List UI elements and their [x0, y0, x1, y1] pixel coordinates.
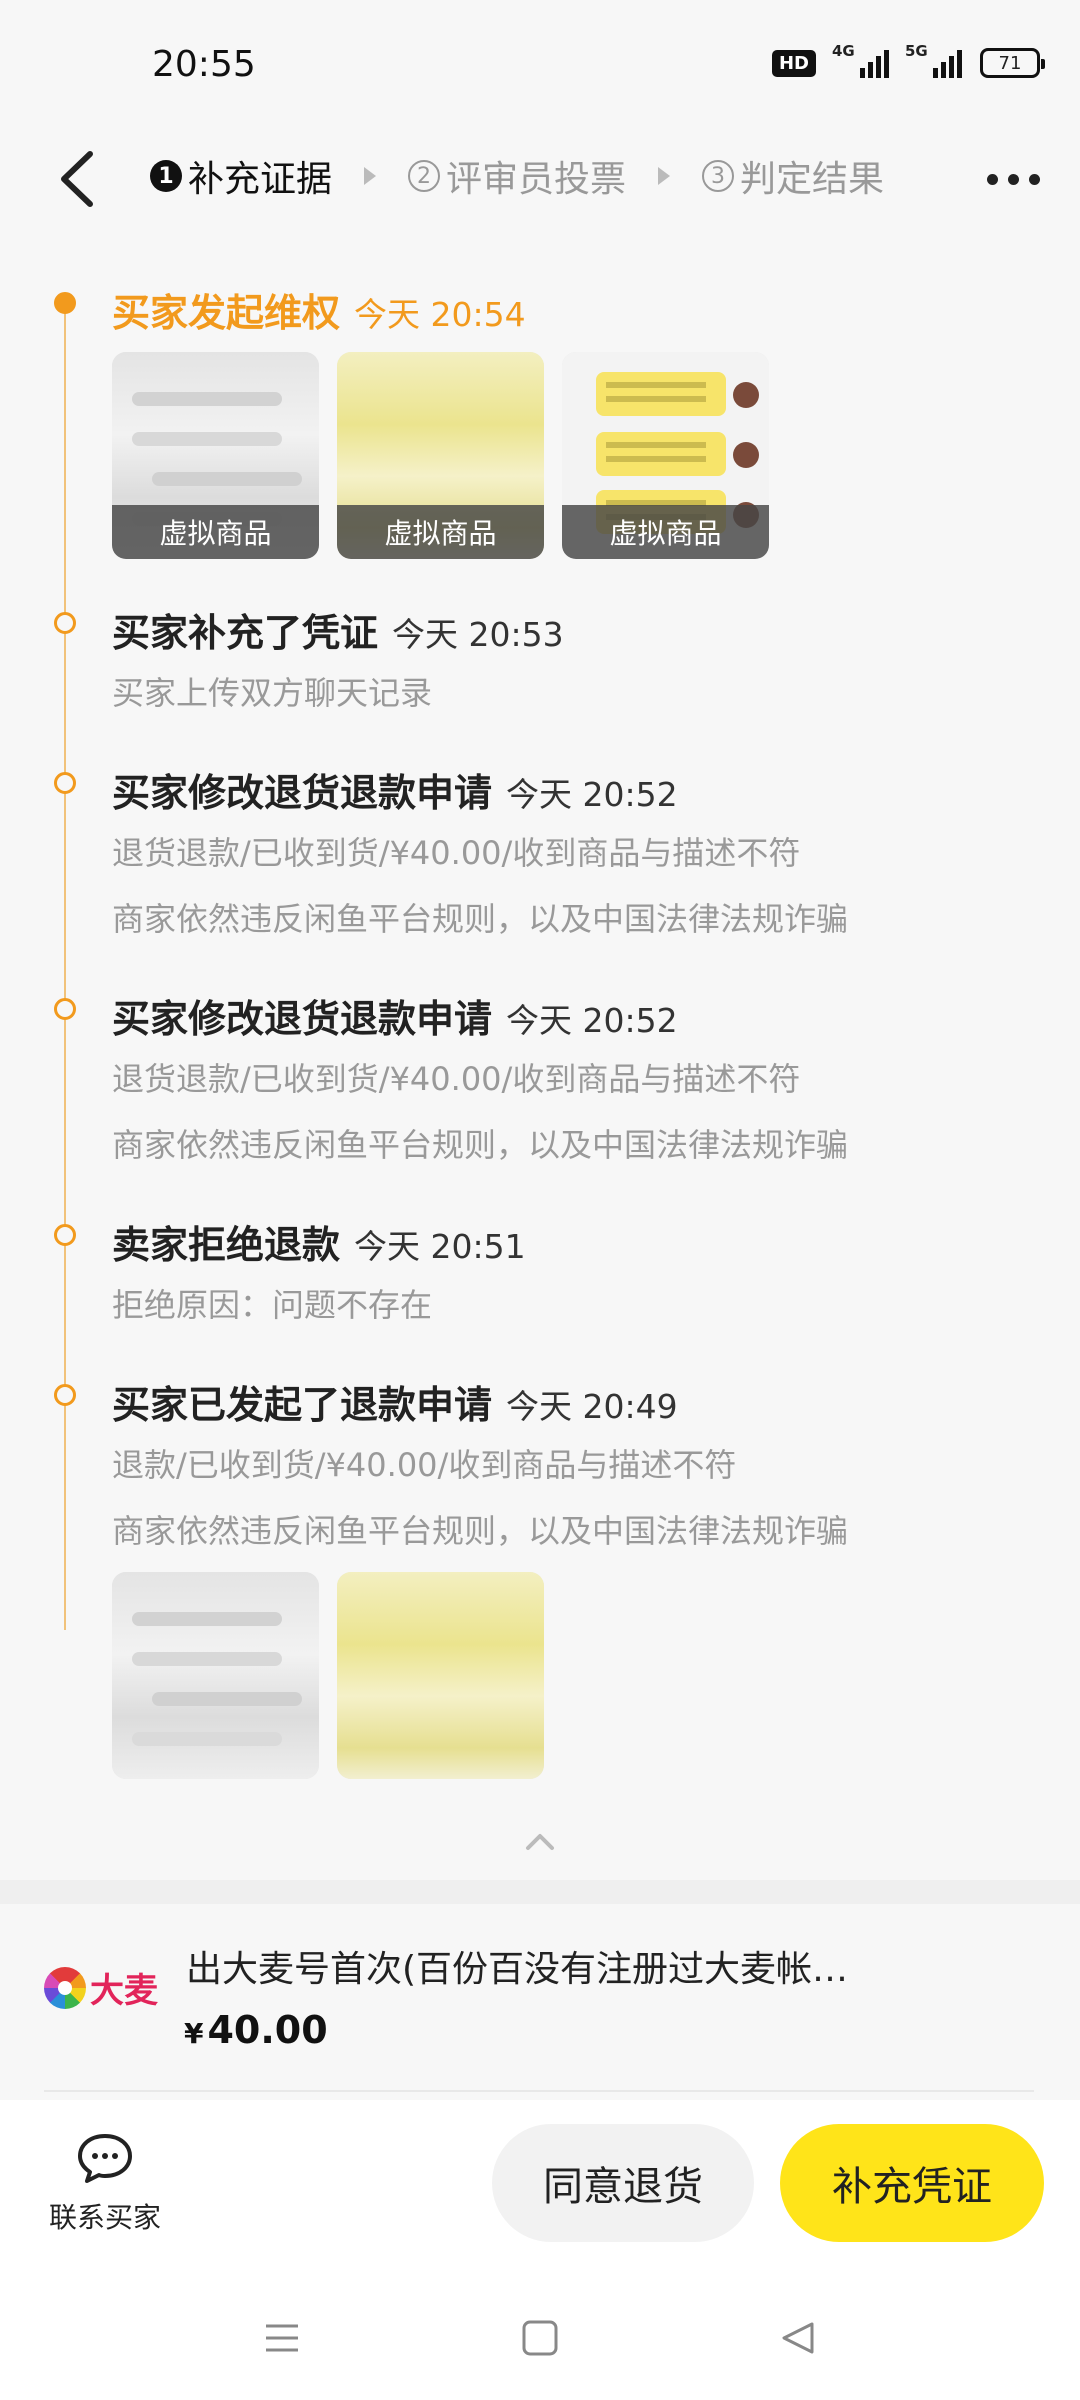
menu-icon[interactable] — [262, 2318, 302, 2358]
thumbnail-caption: 虚拟商品 — [112, 505, 319, 559]
evidence-thumbnail[interactable] — [112, 1572, 319, 1779]
event-title: 买家修改退货退款申请 — [112, 997, 493, 1041]
event-title: 卖家拒绝退款 — [112, 1223, 341, 1267]
step-2-label: 评审员投票 — [446, 159, 627, 200]
bottom-action-bar: 联系买家 同意退货 补充凭证 — [0, 2100, 1080, 2270]
step-3-label: 判定结果 — [740, 159, 885, 200]
event-time: 今天 20:54 — [354, 295, 526, 334]
system-icons: HD 4G 5G 71 — [771, 42, 1045, 78]
add-evidence-button[interactable]: 补充凭证 — [780, 2124, 1044, 2242]
step-1-label: 补充证据 — [188, 159, 333, 200]
collapse-chevron-up-icon[interactable] — [524, 1830, 556, 1854]
status-bar: 20:55 HD 4G 5G 71 — [0, 0, 1080, 130]
signal-5g-label: 5G — [905, 42, 928, 60]
event-detail: 商家依然违反闲鱼平台规则，以及中国法律法规诈骗 — [112, 1126, 849, 1164]
section-divider — [0, 1880, 1080, 1904]
hd-badge: HD — [771, 49, 816, 77]
home-icon[interactable] — [520, 2318, 560, 2358]
product-card[interactable]: 大麦 出大麦号首次(百份百没有注册过大麦帐… ¥40.00 — [0, 1904, 1080, 2100]
step-1-number: 1 — [150, 160, 182, 192]
step-3-number: 3 — [702, 160, 735, 192]
event-title: 买家发起维权 — [112, 291, 341, 335]
event-time: 今天 20:52 — [506, 1001, 678, 1040]
event-detail: 退货退款/已收到货/¥40.00/收到商品与描述不符 — [112, 1060, 801, 1098]
battery-level: 71 — [998, 52, 1022, 74]
battery-icon: 71 — [980, 48, 1045, 78]
event-title: 买家补充了凭证 — [112, 611, 379, 655]
more-options-icon[interactable] — [987, 174, 1040, 185]
step-2-number: 2 — [408, 160, 441, 192]
step-1[interactable]: 1 补充证据 — [150, 150, 332, 202]
event-detail: 退货退款/已收到货/¥40.00/收到商品与描述不符 — [112, 834, 801, 872]
step-separator-icon — [364, 167, 377, 185]
dispute-timeline[interactable]: 买家发起维权 今天 20:54 虚拟商品 虚拟商品 虚拟商品 买家补充了凭证 今… — [0, 230, 1080, 1870]
evidence-thumbnail[interactable] — [337, 1572, 544, 1779]
timeline-line — [64, 300, 66, 1630]
thumbnail-caption: 虚拟商品 — [562, 505, 769, 559]
timeline-dot — [54, 1384, 76, 1406]
back-arrow-icon[interactable] — [48, 144, 108, 214]
step-separator-icon — [658, 167, 671, 185]
timeline-dot — [54, 292, 76, 314]
progress-steps: 1 补充证据 2 评审员投票 3 判定结果 — [150, 150, 884, 202]
evidence-thumbnail[interactable]: 虚拟商品 — [112, 352, 319, 559]
contact-buyer-button[interactable]: 联系买家 — [40, 2130, 170, 2240]
event-time: 今天 20:49 — [506, 1387, 678, 1426]
evidence-thumbnail[interactable]: 虚拟商品 — [562, 352, 769, 559]
chat-bubble-icon — [78, 2134, 132, 2183]
price-currency: ¥ — [184, 2017, 204, 2050]
timeline-dot — [54, 612, 76, 634]
status-time: 20:55 — [152, 44, 256, 85]
contact-buyer-label: 联系买家 — [48, 2201, 161, 2234]
price-value: 40.00 — [207, 2008, 328, 2052]
event-detail: 买家上传双方聊天记录 — [112, 674, 433, 712]
timeline-dot — [54, 1224, 76, 1246]
timeline-dot — [54, 772, 76, 794]
event-detail: 商家依然违反闲鱼平台规则，以及中国法律法规诈骗 — [112, 900, 849, 938]
thumbnail-caption: 虚拟商品 — [337, 505, 544, 559]
signal-4g-icon: 4G — [832, 42, 889, 78]
event-time: 今天 20:53 — [392, 615, 564, 654]
signal-4g-label: 4G — [832, 42, 855, 60]
agree-return-button[interactable]: 同意退货 — [492, 2124, 754, 2242]
divider — [44, 2090, 1034, 2092]
damai-logo-icon — [44, 1967, 86, 2009]
evidence-thumbnails: 虚拟商品 虚拟商品 虚拟商品 — [112, 352, 769, 559]
event-time: 今天 20:52 — [506, 775, 678, 814]
product-title: 出大麦号首次(百份百没有注册过大麦帐… — [186, 1949, 849, 1990]
event-detail: 拒绝原因：问题不存在 — [112, 1286, 433, 1324]
event-title: 买家已发起了退款申请 — [112, 1383, 493, 1427]
header: 1 补充证据 2 评审员投票 3 判定结果 — [0, 130, 1080, 230]
product-thumbnail: 大麦 — [44, 1959, 164, 2049]
back-triangle-icon[interactable] — [778, 2318, 818, 2358]
event-title: 买家修改退货退款申请 — [112, 771, 493, 815]
step-2[interactable]: 2 评审员投票 — [408, 150, 626, 202]
system-navigation-bar — [0, 2270, 1080, 2400]
step-3[interactable]: 3 判定结果 — [702, 150, 884, 202]
evidence-thumbnail[interactable]: 虚拟商品 — [337, 352, 544, 559]
event-detail: 退款/已收到货/¥40.00/收到商品与描述不符 — [112, 1446, 737, 1484]
signal-5g-icon: 5G — [905, 42, 962, 78]
event-time: 今天 20:51 — [354, 1227, 526, 1266]
event-detail: 商家依然违反闲鱼平台规则，以及中国法律法规诈骗 — [112, 1512, 849, 1550]
product-brand: 大麦 — [90, 1971, 158, 2011]
evidence-thumbnails — [112, 1572, 544, 1779]
product-price: ¥40.00 — [184, 2008, 328, 2052]
timeline-dot — [54, 998, 76, 1020]
